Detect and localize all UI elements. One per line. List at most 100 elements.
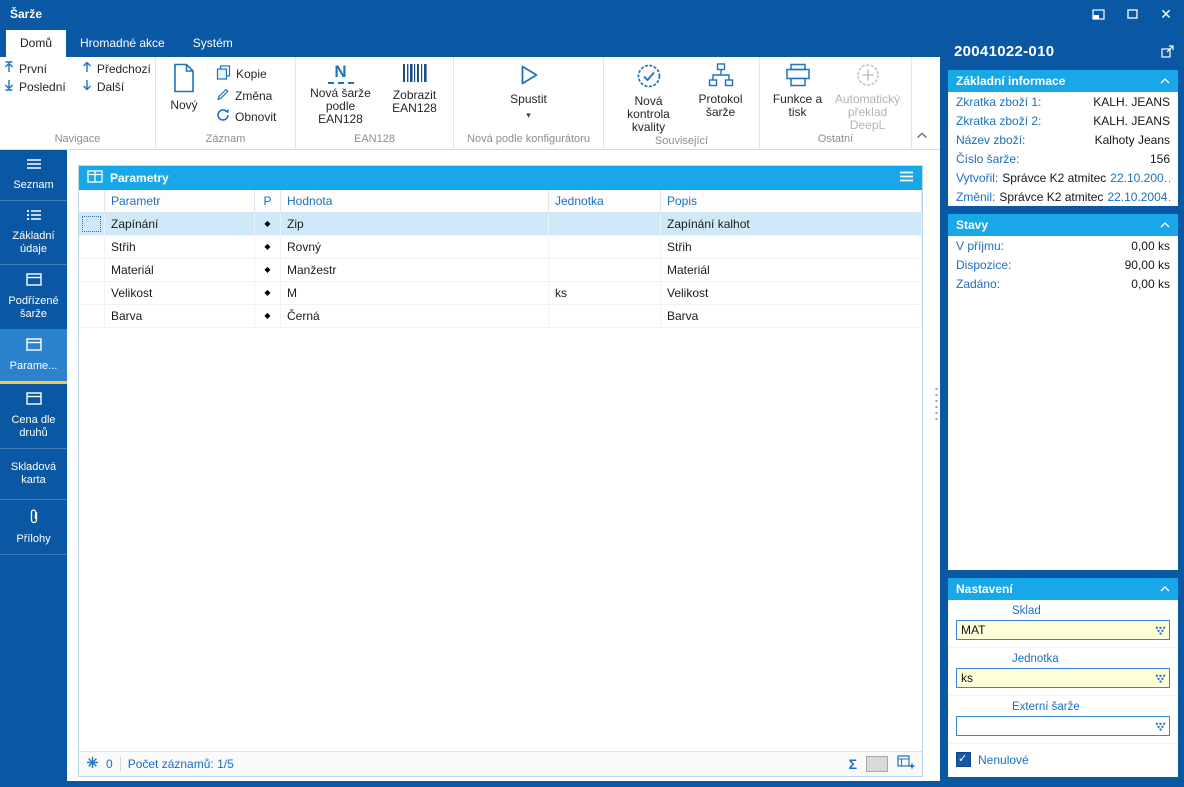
last-button[interactable]: Poslední — [4, 79, 68, 94]
run-configurator-button[interactable]: Spustit ▾ — [494, 61, 564, 132]
dock-panel-icon[interactable] — [1090, 6, 1106, 22]
arrow-down-icon — [82, 79, 92, 94]
info-row: Zkratka zboží 2: KALH. JEANS — [948, 111, 1178, 130]
table-empty-area — [79, 328, 922, 751]
info-row: Název zboží: Kalhoty Jeans — [948, 130, 1178, 149]
sidebar-item-seznam[interactable]: Seznam — [0, 150, 67, 201]
group-label-souvisejici: Související — [604, 134, 759, 151]
row-selector-cell[interactable] — [79, 259, 105, 281]
table-row[interactable]: Zapínání ◆ Zip Zapínání kalhot — [79, 213, 922, 236]
group-label-ostatni: Ostatní — [760, 132, 911, 149]
ribbon-group-konfigurator: Spustit ▾ Nová podle konfigurátoru — [454, 57, 604, 149]
table-row[interactable]: Barva ◆ Černá Barva — [79, 305, 922, 328]
collapse-section-icon[interactable] — [1160, 222, 1170, 228]
group-label-zaznam: Záznam — [156, 132, 295, 149]
table-row[interactable]: Velikost ◆ M ks Velikost — [79, 282, 922, 305]
row-selector-cell[interactable] — [79, 282, 105, 304]
sidebar-item-podrizene-sarze[interactable]: Podřízené šarže — [0, 265, 67, 330]
previous-button[interactable]: Předchozí — [82, 61, 153, 76]
field-externi-sarze: Externí šarže — [948, 696, 1178, 744]
ribbon: První Předchozí Poslední Další Navigace — [0, 57, 940, 150]
show-ean128-button[interactable]: Zobrazit EAN128 — [385, 61, 445, 132]
column-header-popis[interactable]: Popis — [661, 190, 922, 212]
next-button[interactable]: Další — [82, 79, 153, 94]
group-label-konfigurator: Nová podle konfigurátoru — [454, 132, 603, 149]
dropdown-dots-icon[interactable] — [1151, 621, 1169, 639]
externi-sarze-input[interactable] — [957, 717, 1151, 735]
sidebar: Seznam Základní údaje Podřízené šarže Pa… — [0, 150, 67, 787]
add-table-icon[interactable] — [897, 755, 915, 773]
sklad-input[interactable] — [957, 621, 1151, 639]
tab-system[interactable]: Systém — [179, 30, 247, 57]
table-row[interactable]: Materiál ◆ Manžestr Materiál — [79, 259, 922, 282]
column-settings-button[interactable] — [866, 756, 888, 772]
modified-date-link[interactable]: 22.10.2004… — [1107, 190, 1170, 204]
ribbon-group-ean128: N Nová šarže podle EAN128 Zobrazit EAN12… — [296, 57, 454, 149]
batch-number-title: 20041022-010 — [954, 43, 1054, 60]
column-header-jednotka[interactable]: Jednotka — [549, 190, 661, 212]
app-window: Šarže ✕ Domů Hromadné akce Systém První — [0, 0, 1184, 787]
group-label-ean128: EAN128 — [296, 132, 453, 149]
close-icon[interactable]: ✕ — [1158, 6, 1174, 22]
table-row[interactable]: Střih ◆ Rovný Střih — [79, 236, 922, 259]
row-selector-cell[interactable] — [79, 236, 105, 258]
nenulove-checkbox[interactable] — [956, 752, 971, 767]
sidebar-item-prilohy[interactable]: Přílohy — [0, 500, 67, 555]
parameter-diamond-icon: ◆ — [255, 213, 281, 235]
jednotka-input[interactable] — [957, 669, 1151, 687]
first-button[interactable]: První — [4, 61, 68, 76]
new-batch-ean128-button[interactable]: N Nová šarže podle EAN128 — [305, 61, 377, 132]
section-nastaveni: Nastavení Sklad Jednotka Externí šarže — [948, 578, 1178, 777]
arrow-up-bar-icon — [4, 61, 14, 76]
translate-icon — [855, 63, 881, 90]
info-row: Zkratka zboží 1: KALH. JEANS — [948, 92, 1178, 111]
sidebar-item-zakladni-udaje[interactable]: Základní údaje — [0, 201, 67, 265]
row-selector-cell[interactable] — [79, 305, 105, 327]
edit-button[interactable]: Změna — [216, 87, 276, 104]
ribbon-group-zaznam: Nový Kopie Změna Obnovit — [156, 57, 296, 149]
filter-asterisk-icon[interactable] — [86, 756, 99, 772]
new-record-button[interactable]: Nový — [162, 61, 206, 132]
sidebar-item-parametry[interactable]: Parame... — [0, 330, 67, 384]
collapse-section-icon[interactable] — [1160, 586, 1170, 592]
filter-count: 0 — [106, 757, 113, 771]
tab-hromadne-akce[interactable]: Hromadné akce — [66, 30, 179, 57]
quality-check-button[interactable]: Nová kontrola kvality — [614, 61, 684, 134]
section-stavy: Stavy V příjmu: 0,00 ks Dispozice: 90,00… — [948, 214, 1178, 570]
info-row: Zadáno: 0,00 ks — [948, 274, 1178, 293]
info-row: Číslo šarže: 156 — [948, 149, 1178, 168]
collapse-ribbon-icon[interactable] — [916, 126, 928, 144]
copy-button[interactable]: Kopie — [216, 65, 276, 83]
sidebar-item-cena-dle-druhu[interactable]: Cena dle druhů — [0, 384, 67, 449]
field-jednotka: Jednotka — [948, 648, 1178, 696]
dropdown-dots-icon[interactable] — [1151, 717, 1169, 735]
panel-menu-icon[interactable] — [899, 171, 914, 185]
panel-splitter[interactable] — [933, 150, 940, 781]
dropdown-caret-icon[interactable]: ▾ — [526, 111, 531, 119]
refresh-button[interactable]: Obnovit — [216, 108, 276, 125]
created-date-link[interactable]: 22.10.200… — [1110, 171, 1170, 185]
row-selector-cell[interactable] — [79, 213, 105, 235]
collapse-section-icon[interactable] — [1160, 78, 1170, 84]
sum-icon[interactable]: Σ — [849, 756, 857, 772]
copy-icon — [216, 65, 231, 83]
dropdown-dots-icon[interactable] — [1151, 669, 1169, 687]
barcode-icon — [402, 63, 428, 86]
maximize-icon[interactable] — [1124, 6, 1140, 22]
column-header-hodnota[interactable]: Hodnota — [281, 190, 549, 212]
parameters-panel: Parametry Parametr P Hodnota Jednotka Po… — [78, 165, 923, 777]
column-header-p[interactable]: P — [255, 190, 281, 212]
tab-domu[interactable]: Domů — [6, 30, 66, 57]
column-header-parametr[interactable]: Parametr — [105, 190, 255, 212]
new-document-icon — [171, 63, 197, 96]
window-controls: ✕ — [1090, 6, 1174, 22]
print-functions-button[interactable]: Funkce a tisk — [770, 61, 826, 132]
info-row-modified: Změnil: Správce K2 atmitec 22.10.2004… — [948, 187, 1178, 206]
batch-protocol-button[interactable]: Protokol šarže — [692, 61, 750, 134]
open-in-window-icon[interactable] — [1161, 45, 1174, 58]
section-header: Nastavení — [948, 578, 1178, 600]
detail-title-row: 20041022-010 — [948, 32, 1178, 70]
parameter-diamond-icon: ◆ — [255, 259, 281, 281]
field-sklad: Sklad — [948, 600, 1178, 648]
sidebar-item-skladova-karta[interactable]: Skladová karta — [0, 449, 67, 500]
